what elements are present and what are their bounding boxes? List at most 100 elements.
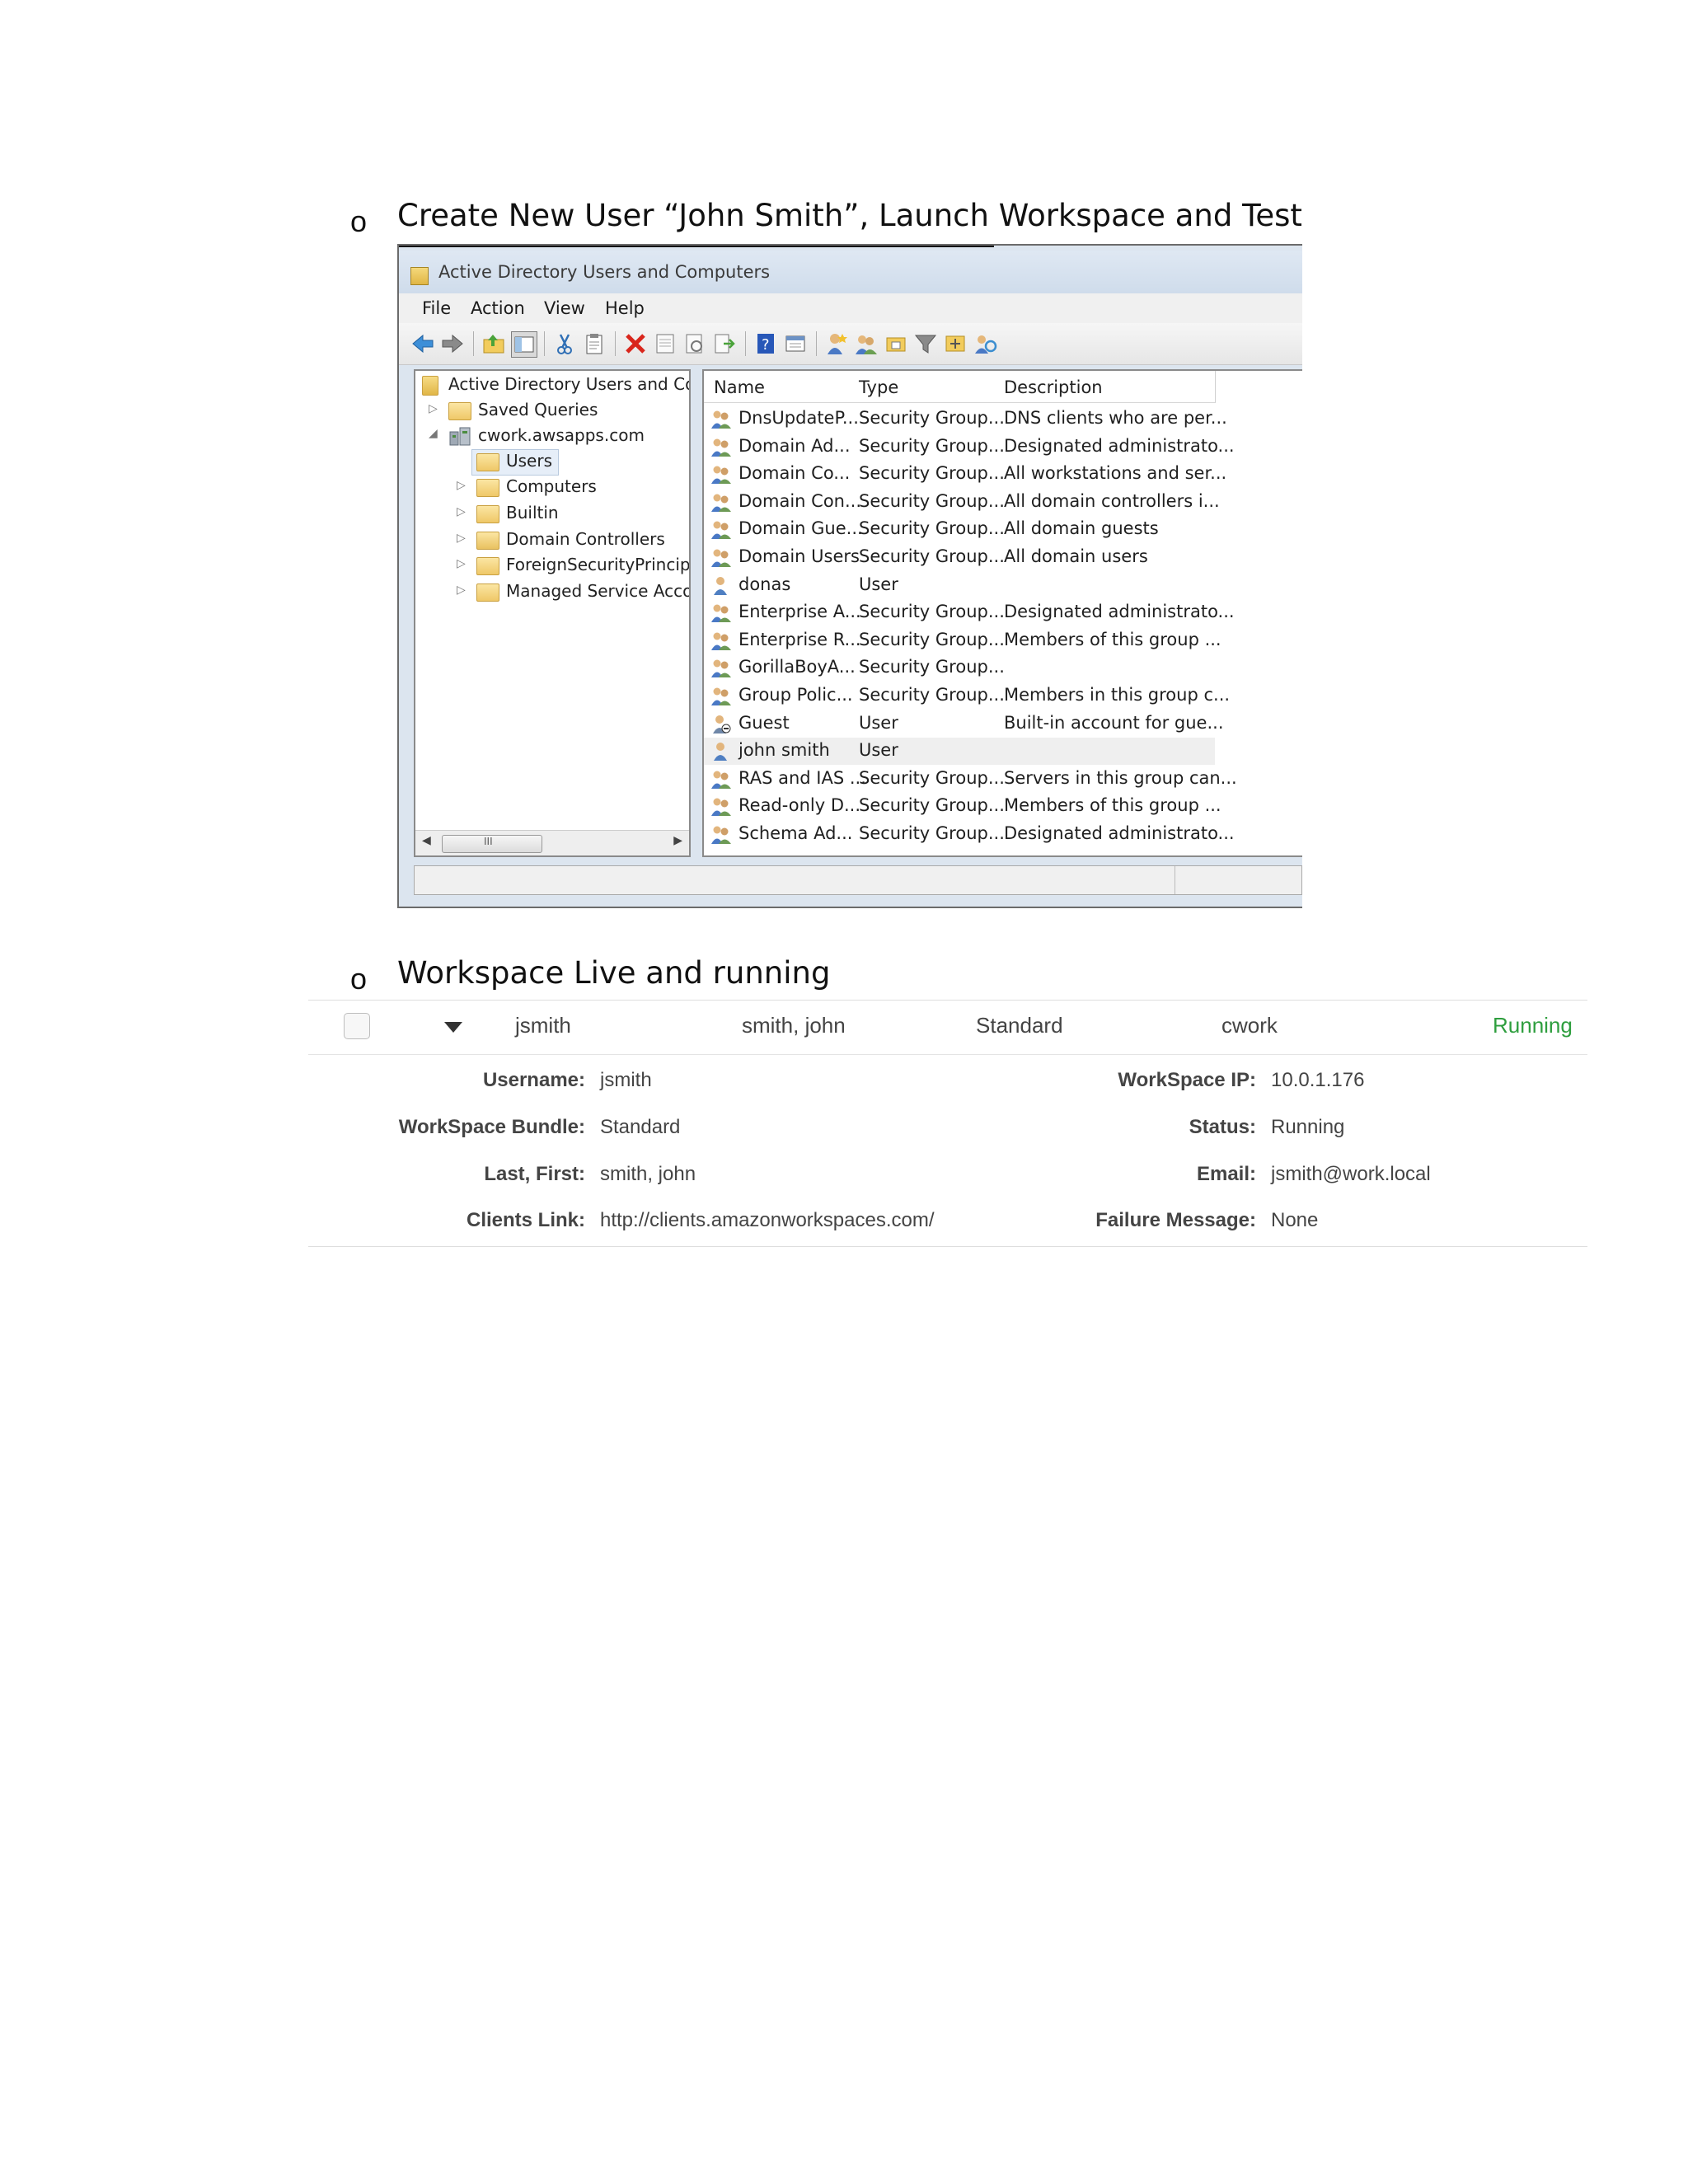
tree-item-managed-service-accounts[interactable]: Managed Service Accour	[506, 581, 689, 601]
list-item-name: Domain Con...	[738, 490, 862, 511]
window-title: Active Directory Users and Computers	[438, 262, 771, 282]
expand-arrow-icon[interactable]: ▷	[457, 505, 466, 518]
list-item-name: Read-only D...	[738, 795, 861, 816]
show-details-icon[interactable]	[783, 331, 808, 356]
list-item[interactable]: Domain Co... Security Group... All worksta…	[704, 461, 1226, 488]
list-item-type: Security Group...	[859, 546, 1005, 566]
detail-label-workspace-ip: WorkSpace IP:	[1118, 1069, 1256, 1091]
scrollbar-thumb[interactable]: III	[442, 835, 542, 853]
back-icon[interactable]	[410, 331, 435, 356]
scroll-left-icon[interactable]: ◀	[422, 834, 431, 847]
menu-view[interactable]: View	[544, 298, 585, 318]
detail-label-bundle: WorkSpace Bundle:	[398, 1116, 585, 1138]
window-top-edge	[399, 246, 994, 247]
list-item-description: All domain guests	[1004, 518, 1159, 539]
tree-root[interactable]: Active Directory Users and Com	[448, 374, 689, 394]
list-item-type: Security Group...	[859, 408, 1005, 428]
detail-value-clients-link[interactable]: http://clients.amazonworkspaces.com/	[600, 1209, 935, 1232]
list-item[interactable]: Enterprise A... Security Group... Designat…	[704, 599, 1235, 626]
expand-arrow-icon[interactable]: ▷	[457, 479, 466, 492]
list-item-description: Designated administrato...	[1004, 435, 1235, 456]
list-item[interactable]: Domain Con... Security Group... All domain…	[704, 489, 1220, 516]
list-item[interactable]: donas User	[704, 572, 1215, 599]
row-select-checkbox[interactable]	[344, 1013, 370, 1039]
window-titlebar: Active Directory Users and Computers	[399, 251, 1302, 293]
workspace-bundle: Standard	[976, 1013, 1063, 1038]
expand-arrow-icon[interactable]: ▷	[429, 402, 438, 415]
menu-action[interactable]: Action	[471, 298, 525, 318]
list-item-name: Domain Users	[738, 546, 860, 566]
scrollbar-grip: III	[484, 836, 493, 847]
results-list: Name Type Description DnsUpdateP... Secur…	[702, 369, 1302, 857]
properties-icon[interactable]	[653, 331, 678, 356]
tree-item-foreign-security-principals[interactable]: ForeignSecurityPrincipal:	[506, 555, 689, 574]
detail-value-status: Running	[1271, 1116, 1345, 1138]
up-folder-icon[interactable]	[481, 331, 506, 356]
cut-icon[interactable]	[552, 331, 577, 356]
menu-help[interactable]: Help	[605, 298, 645, 318]
scroll-right-icon[interactable]: ▶	[673, 834, 682, 847]
list-item[interactable]: Group Polic... Security Group... Members i…	[704, 682, 1230, 710]
folder-icon	[448, 402, 471, 420]
collapse-row-icon[interactable]	[444, 1022, 462, 1033]
workspace-full-name: smith, john	[742, 1013, 846, 1038]
bullet-marker: o	[350, 204, 368, 238]
delegate-control-icon[interactable]	[973, 331, 997, 356]
show-hide-tree-icon[interactable]	[511, 331, 537, 358]
list-item[interactable]: john smith User	[704, 738, 1215, 766]
tree-item-users[interactable]: Users	[506, 451, 552, 471]
user-icon	[714, 576, 727, 595]
tree-horizontal-scrollbar[interactable]: ◀ III ▶	[415, 830, 689, 855]
list-item[interactable]: Domain Users Security Group... All domain …	[704, 544, 1215, 571]
folder-icon	[476, 479, 499, 497]
new-ou-icon[interactable]	[884, 331, 908, 356]
tree-item-saved-queries[interactable]: Saved Queries	[478, 400, 598, 419]
tree-item-domain[interactable]: cwork.awsapps.com	[478, 425, 645, 445]
folder-icon	[476, 583, 499, 602]
expand-arrow-icon[interactable]: ▷	[457, 557, 466, 570]
list-item[interactable]: Schema Ad... Security Group... Designated …	[704, 821, 1235, 848]
menu-file[interactable]: File	[422, 298, 451, 318]
table-divider	[308, 1054, 1587, 1055]
list-item[interactable]: Guest User Built-in account for gue...	[704, 710, 1224, 738]
disabled-user-icon	[713, 715, 731, 733]
toolbar-separator	[544, 331, 545, 356]
list-item[interactable]: GorillaBoyA... Security Group...	[704, 654, 1215, 682]
ou-folder-icon	[476, 532, 499, 550]
list-item[interactable]: Domain Ad... Security Group... Designated …	[704, 434, 1235, 461]
refresh-icon[interactable]	[682, 331, 707, 356]
list-item[interactable]: Domain Gue... Security Group... All domain…	[704, 516, 1215, 543]
column-header-name[interactable]: Name	[704, 371, 850, 403]
delete-icon[interactable]	[623, 331, 648, 356]
tree-item-domain-controllers[interactable]: Domain Controllers	[506, 529, 665, 549]
tree-item-builtin[interactable]: Builtin	[506, 503, 559, 523]
list-item-type: Security Group...	[859, 518, 1005, 539]
expand-arrow-icon[interactable]: ▷	[457, 532, 466, 545]
section-heading-create-user: Create New User “John Smith”, Launch Wor…	[397, 198, 1302, 233]
column-header-type[interactable]: Type	[849, 371, 995, 403]
new-group-icon[interactable]	[854, 331, 879, 356]
detail-value-workspace-ip: 10.0.1.176	[1271, 1069, 1365, 1091]
detail-value-email: jsmith@work.local	[1271, 1163, 1431, 1185]
list-item-name: GorillaBoyA...	[738, 657, 856, 677]
column-header-description[interactable]: Description	[994, 371, 1216, 403]
list-item-description: Members of this group ...	[1004, 629, 1221, 649]
forward-icon[interactable]	[440, 331, 465, 356]
group-icon	[711, 494, 731, 512]
list-item[interactable]: Read-only D... Security Group... Members o…	[704, 793, 1221, 820]
filter-icon[interactable]	[913, 331, 938, 356]
tree-item-computers[interactable]: Computers	[506, 476, 597, 496]
export-list-icon[interactable]	[712, 331, 737, 356]
list-item-type: Security Group...	[859, 435, 1005, 456]
add-to-group-icon[interactable]	[943, 331, 968, 356]
list-item[interactable]: RAS and IAS ... Security Group... Servers …	[704, 766, 1237, 793]
paste-icon[interactable]	[582, 331, 607, 356]
new-user-icon[interactable]	[824, 331, 849, 356]
expand-arrow-icon[interactable]: ▷	[457, 583, 466, 597]
help-icon[interactable]: ?	[753, 331, 778, 356]
list-item[interactable]: DnsUpdateP... Security Group... DNS client…	[704, 405, 1227, 433]
list-item[interactable]: Enterprise R... Security Group... Members …	[704, 627, 1221, 654]
detail-label-email: Email:	[1196, 1163, 1256, 1185]
aduc-window: Active Directory Users and Computers Fil…	[397, 244, 1302, 908]
collapse-arrow-icon[interactable]: ◢	[429, 427, 438, 440]
